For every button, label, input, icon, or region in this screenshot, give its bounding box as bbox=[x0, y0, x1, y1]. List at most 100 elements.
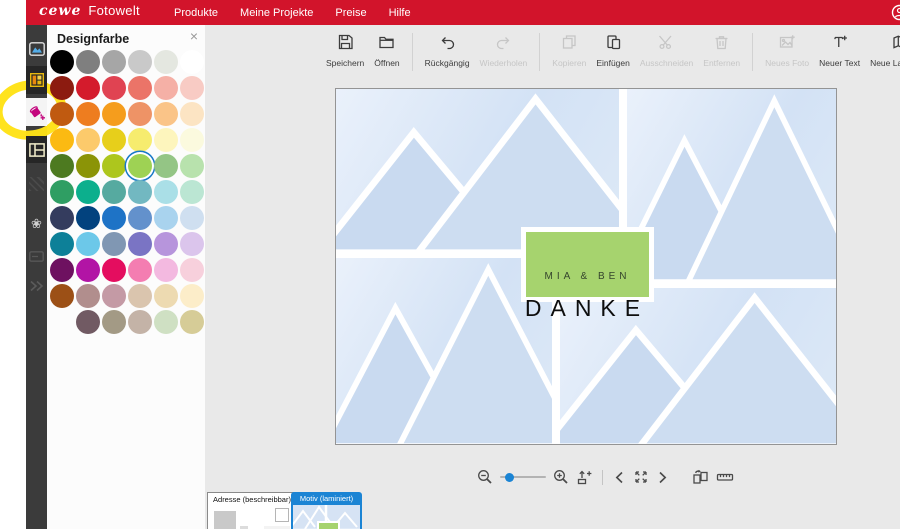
color-swatch[interactable] bbox=[76, 76, 100, 100]
color-swatch[interactable] bbox=[128, 258, 152, 282]
color-swatch[interactable] bbox=[76, 258, 100, 282]
close-icon[interactable]: × bbox=[190, 28, 198, 44]
card-title-text[interactable]: DANKE bbox=[487, 295, 687, 322]
color-swatch[interactable] bbox=[128, 310, 152, 334]
card-names-text[interactable]: MIA & BEN bbox=[544, 271, 630, 282]
sidebar-tool-textbox[interactable] bbox=[26, 247, 47, 265]
photo-placeholder[interactable] bbox=[336, 258, 552, 444]
toolbar-ruckgangig-button[interactable]: Rückgängig bbox=[420, 30, 475, 71]
color-swatch[interactable] bbox=[180, 102, 204, 126]
color-swatch[interactable] bbox=[50, 232, 74, 256]
color-swatch[interactable] bbox=[128, 50, 152, 74]
color-swatch[interactable] bbox=[128, 284, 152, 308]
color-swatch[interactable] bbox=[102, 206, 126, 230]
color-swatch[interactable] bbox=[128, 180, 152, 204]
color-swatch[interactable] bbox=[50, 258, 74, 282]
color-swatch[interactable] bbox=[180, 310, 204, 334]
color-swatch[interactable] bbox=[154, 180, 178, 204]
menu-item-meine-projekte[interactable]: Meine Projekte bbox=[240, 7, 313, 19]
color-swatch[interactable] bbox=[128, 76, 152, 100]
color-swatch[interactable] bbox=[76, 154, 100, 178]
toolbar-einfugen-button[interactable]: Einfügen bbox=[591, 30, 635, 71]
color-swatch[interactable] bbox=[128, 206, 152, 230]
sidebar-tool-masks[interactable] bbox=[26, 136, 47, 163]
color-swatch[interactable] bbox=[154, 128, 178, 152]
color-swatch[interactable] bbox=[154, 102, 178, 126]
card-accent-frame[interactable]: MIA & BEN bbox=[521, 227, 654, 302]
color-swatch[interactable] bbox=[154, 232, 178, 256]
color-swatch[interactable] bbox=[76, 180, 100, 204]
page-copy-icon[interactable] bbox=[692, 469, 709, 485]
color-swatch[interactable] bbox=[154, 76, 178, 100]
thumbnail-address-page[interactable]: Adresse (beschreibbar) bbox=[207, 492, 297, 529]
color-swatch[interactable] bbox=[50, 180, 74, 204]
color-swatch[interactable] bbox=[154, 206, 178, 230]
sidebar-tool-more[interactable] bbox=[26, 276, 47, 296]
color-swatch[interactable] bbox=[50, 76, 74, 100]
color-swatch[interactable] bbox=[50, 50, 74, 74]
color-swatch[interactable] bbox=[128, 102, 152, 126]
photo-placeholder[interactable] bbox=[336, 89, 619, 250]
menu-item-produkte[interactable]: Produkte bbox=[174, 7, 218, 19]
zoom-fit-icon[interactable] bbox=[576, 469, 592, 485]
color-swatch[interactable] bbox=[76, 206, 100, 230]
color-swatch[interactable] bbox=[76, 310, 100, 334]
chevron-right-icon[interactable] bbox=[656, 470, 669, 485]
color-swatch[interactable] bbox=[154, 258, 178, 282]
color-swatch[interactable] bbox=[102, 180, 126, 204]
thumbnail-motif-page[interactable]: Motiv (laminiert) bbox=[291, 492, 362, 529]
color-swatch[interactable] bbox=[102, 76, 126, 100]
toolbar-speichern-button[interactable]: Speichern bbox=[321, 30, 369, 71]
toolbar-neue-landkarte-button[interactable]: Neue Landkarte bbox=[865, 30, 900, 71]
zoom-slider[interactable] bbox=[500, 472, 546, 482]
color-swatch[interactable] bbox=[76, 232, 100, 256]
color-swatch[interactable] bbox=[180, 258, 204, 282]
color-swatch[interactable] bbox=[50, 102, 74, 126]
menu-item-preise[interactable]: Preise bbox=[335, 7, 366, 19]
color-swatch[interactable] bbox=[50, 284, 74, 308]
color-swatch[interactable] bbox=[102, 284, 126, 308]
ruler-icon[interactable] bbox=[716, 469, 734, 485]
sidebar-tool-backgrounds[interactable] bbox=[26, 172, 47, 196]
color-swatch[interactable] bbox=[102, 50, 126, 74]
color-swatch[interactable] bbox=[154, 310, 178, 334]
chevron-left-icon[interactable] bbox=[613, 470, 626, 485]
color-swatch[interactable] bbox=[76, 50, 100, 74]
sidebar-tool-cliparts[interactable]: ❀ bbox=[26, 211, 47, 235]
color-swatch[interactable] bbox=[128, 128, 152, 152]
color-swatch[interactable] bbox=[180, 128, 204, 152]
sidebar-tool-photos[interactable] bbox=[26, 37, 47, 61]
color-swatch[interactable] bbox=[50, 206, 74, 230]
color-swatch[interactable] bbox=[180, 206, 204, 230]
color-swatch[interactable] bbox=[180, 232, 204, 256]
color-swatch[interactable] bbox=[76, 128, 100, 152]
color-swatch-selected[interactable] bbox=[128, 154, 152, 178]
color-swatch[interactable] bbox=[76, 284, 100, 308]
color-swatch[interactable] bbox=[154, 284, 178, 308]
account-icon[interactable] bbox=[891, 4, 900, 21]
color-swatch[interactable] bbox=[180, 180, 204, 204]
color-swatch[interactable] bbox=[50, 128, 74, 152]
zoom-slider-knob[interactable] bbox=[505, 472, 515, 482]
photo-placeholder[interactable] bbox=[627, 89, 836, 280]
color-swatch[interactable] bbox=[180, 76, 204, 100]
sidebar-tool-layouts[interactable] bbox=[26, 66, 47, 94]
color-swatch[interactable] bbox=[102, 258, 126, 282]
color-swatch[interactable] bbox=[102, 102, 126, 126]
color-swatch[interactable] bbox=[102, 310, 126, 334]
zoom-out-icon[interactable] bbox=[477, 469, 493, 485]
color-swatch[interactable] bbox=[154, 50, 178, 74]
sidebar-tool-design-color[interactable] bbox=[26, 98, 47, 126]
color-swatch[interactable] bbox=[50, 154, 74, 178]
card-accent-block[interactable]: MIA & BEN bbox=[526, 232, 649, 297]
fullscreen-icon[interactable] bbox=[633, 469, 649, 485]
color-swatch[interactable] bbox=[102, 154, 126, 178]
color-swatch[interactable] bbox=[128, 232, 152, 256]
card-canvas[interactable]: MIA & BEN DANKE bbox=[335, 88, 837, 445]
color-swatch[interactable] bbox=[180, 284, 204, 308]
zoom-in-icon[interactable] bbox=[553, 469, 569, 485]
toolbar-offnen-button[interactable]: Öffnen bbox=[369, 30, 404, 71]
menu-item-hilfe[interactable]: Hilfe bbox=[389, 7, 411, 19]
color-swatch[interactable] bbox=[102, 232, 126, 256]
toolbar-neuer-text-button[interactable]: Neuer Text bbox=[814, 30, 865, 71]
